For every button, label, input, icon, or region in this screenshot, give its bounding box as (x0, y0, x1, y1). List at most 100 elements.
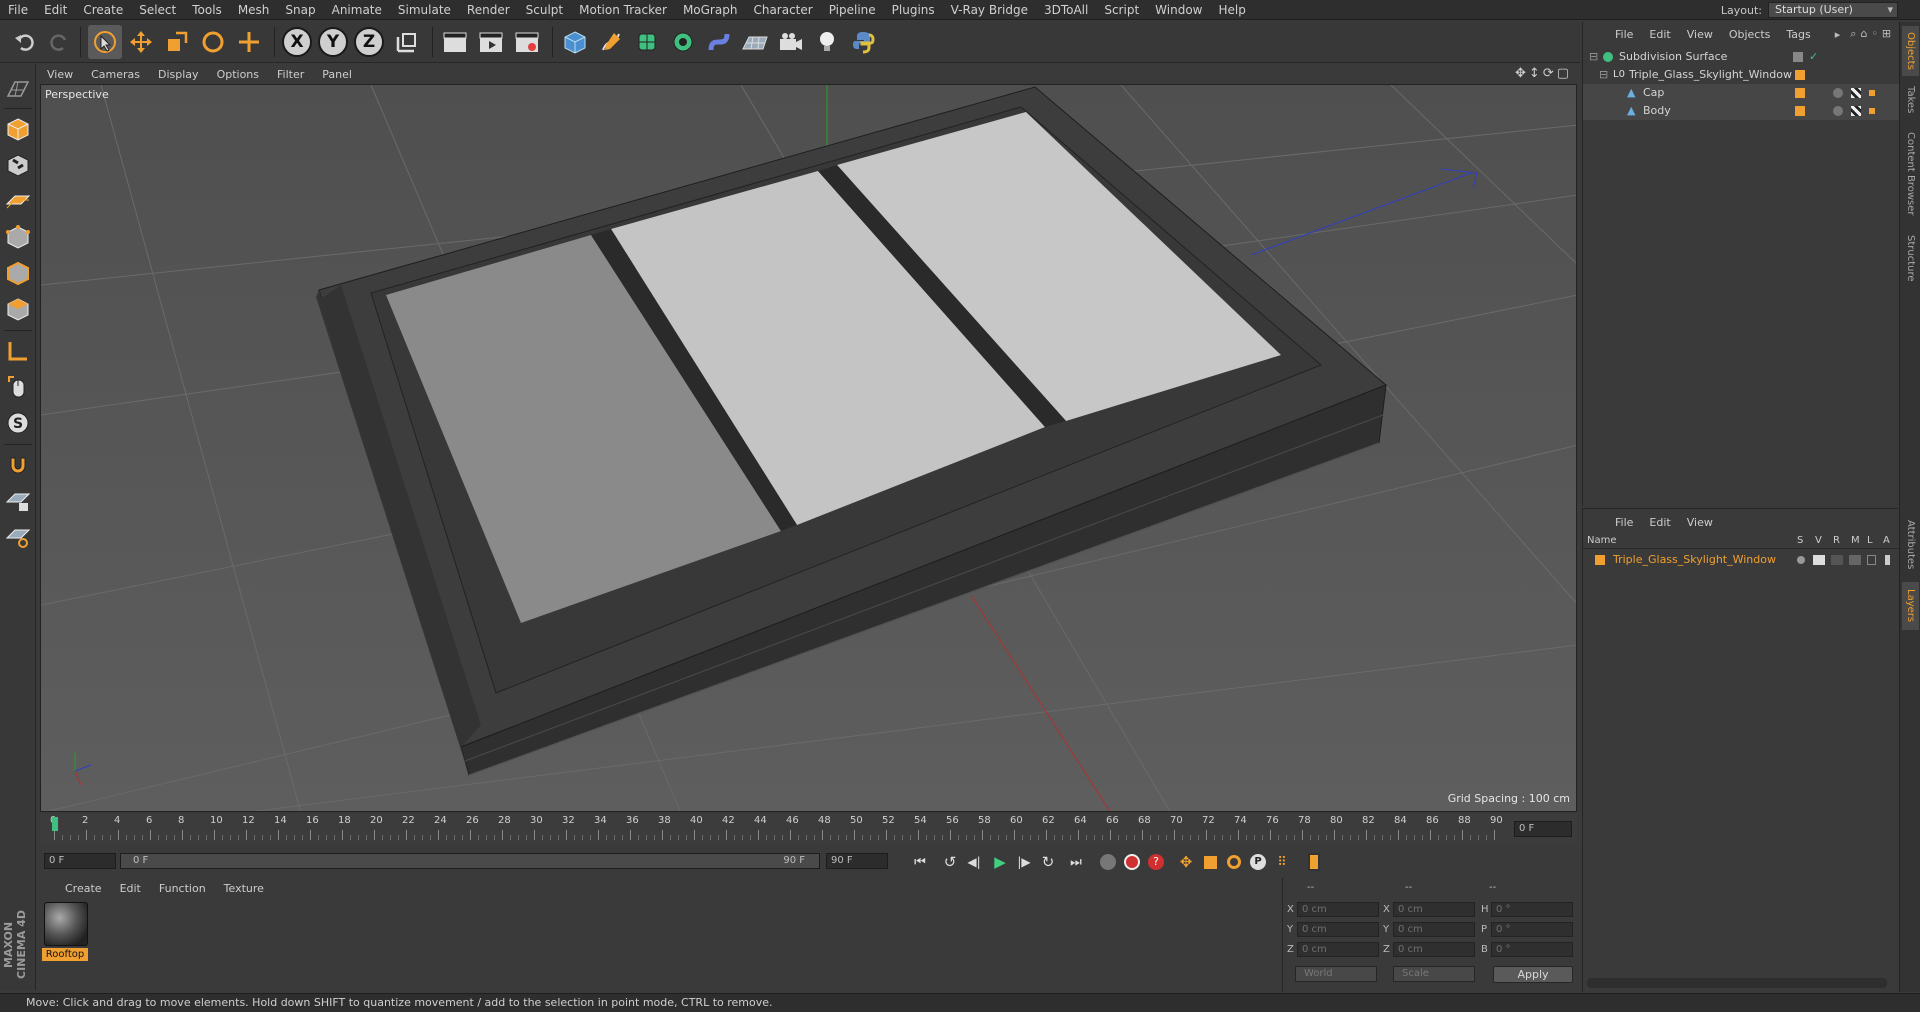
position-z-field[interactable]: 0 cm (1297, 942, 1379, 957)
objects-menu-tags[interactable]: Tags (1778, 28, 1818, 41)
points-mode-button[interactable] (3, 222, 33, 252)
motion-record-button[interactable] (1096, 851, 1120, 873)
key-parameter-button[interactable]: P (1246, 851, 1270, 873)
coordinate-system-button[interactable] (390, 25, 424, 59)
material-menu-texture[interactable]: Texture (215, 882, 273, 895)
size-mode-dropdown[interactable]: Scale (1393, 966, 1475, 982)
undo-button[interactable] (8, 25, 42, 59)
viewport-menu-cameras[interactable]: Cameras (82, 68, 149, 81)
python-button[interactable] (846, 25, 880, 59)
menu-mesh[interactable]: Mesh (230, 0, 278, 20)
layer-color-swatch[interactable] (1595, 555, 1605, 565)
viewport-menu-filter[interactable]: Filter (268, 68, 313, 81)
menu-help[interactable]: Help (1210, 0, 1253, 20)
rotation-p-field[interactable]: 0 ° (1491, 922, 1573, 937)
menu-edit[interactable]: Edit (36, 0, 75, 20)
menu-script[interactable]: Script (1096, 0, 1147, 20)
position-y-field[interactable]: 0 cm (1297, 922, 1379, 937)
render-settings-button[interactable] (510, 25, 544, 59)
menu-window[interactable]: Window (1147, 0, 1210, 20)
uvw-tag-icon[interactable] (1869, 90, 1875, 96)
live-selection-button[interactable] (88, 25, 122, 59)
camera-button[interactable] (774, 25, 808, 59)
layer-row[interactable]: Triple_Glass_Skylight_Window (1583, 551, 1899, 569)
material-menu-create[interactable]: Create (56, 882, 111, 895)
viewport-menu-panel[interactable]: Panel (313, 68, 361, 81)
texture-tag-icon[interactable] (1851, 106, 1861, 116)
object-row-triple-glass-skylight-window[interactable]: ⊟ L0 Triple_Glass_Skylight_Window (1583, 66, 1899, 84)
light-button[interactable] (810, 25, 844, 59)
key-scale-button[interactable] (1198, 851, 1222, 873)
menu-plugins[interactable]: Plugins (884, 0, 943, 20)
frame-range-slider[interactable]: 0 F 90 F (120, 853, 820, 869)
menu-file[interactable]: File (0, 0, 36, 20)
rotation-h-field[interactable]: 0 ° (1491, 902, 1573, 917)
cloner-button[interactable] (666, 25, 700, 59)
object-row-subdivision-surface[interactable]: ⊟ Subdivision Surface ✓ (1583, 48, 1899, 66)
key-position-button[interactable]: ✥ (1174, 851, 1198, 873)
timeline-window-button[interactable] (1302, 851, 1326, 873)
z-axis-lock-button[interactable]: Z (352, 25, 386, 59)
render-picture-viewer-button[interactable] (474, 25, 508, 59)
layout-select[interactable]: Startup (User) (1768, 2, 1898, 18)
menu-render[interactable]: Render (459, 0, 518, 20)
enabled-check-icon[interactable]: ✓ (1809, 48, 1818, 66)
phong-tag-icon[interactable] (1833, 106, 1843, 116)
tab-takes[interactable]: Takes (1902, 80, 1919, 120)
layers-menu-view[interactable]: View (1679, 516, 1721, 529)
phong-tag-icon[interactable] (1833, 88, 1843, 98)
edges-mode-button[interactable] (3, 258, 33, 288)
lock-workplane-button[interactable] (3, 486, 33, 516)
material-swatch[interactable]: Rooftop (40, 898, 90, 968)
planar-workplane-button[interactable] (3, 522, 33, 552)
object-row-body[interactable]: ▲ Body (1583, 102, 1899, 120)
magnet-button[interactable] (3, 450, 33, 480)
cube-object-button[interactable] (558, 25, 592, 59)
layer-visible-toggle[interactable] (1813, 555, 1825, 565)
viewport-menu-view[interactable]: View (38, 68, 82, 81)
layer-manager-toggle[interactable] (1849, 555, 1861, 565)
menu-animate[interactable]: Animate (324, 0, 390, 20)
tab-structure[interactable]: Structure (1902, 228, 1919, 288)
play-button[interactable]: ▶ (988, 851, 1012, 873)
workplane-mode-button[interactable] (3, 186, 33, 216)
menu-vray-bridge[interactable]: V-Ray Bridge (943, 0, 1036, 20)
y-axis-lock-button[interactable]: Y (316, 25, 350, 59)
texture-mode-button[interactable] (3, 150, 33, 180)
texture-tag-icon[interactable] (1851, 88, 1861, 98)
floor-button[interactable] (738, 25, 772, 59)
next-key-button[interactable]: ↻ (1036, 851, 1060, 873)
timeline-ruler[interactable]: 0246810121416182022242628303234363840424… (40, 814, 1577, 844)
go-to-end-button[interactable]: ⏭ (1064, 851, 1088, 873)
layer-color-swatch[interactable] (1795, 106, 1805, 116)
tab-content-browser[interactable]: Content Browser (1902, 124, 1919, 224)
material-menu-function[interactable]: Function (150, 882, 215, 895)
layer-color-swatch[interactable] (1795, 88, 1805, 98)
size-z-field[interactable]: 0 cm (1393, 942, 1475, 957)
go-to-start-button[interactable]: ⏮ (908, 851, 932, 873)
objects-menu-objects[interactable]: Objects (1721, 28, 1779, 41)
timeline-playhead[interactable] (52, 817, 58, 831)
uvw-tag-icon[interactable] (1869, 108, 1875, 114)
viewport-menu-display[interactable]: Display (149, 68, 208, 81)
objects-menu-more-icon[interactable]: ▸ (1835, 28, 1841, 41)
key-rotation-button[interactable] (1222, 851, 1246, 873)
menu-mograph[interactable]: MoGraph (675, 0, 746, 20)
layer-render-toggle[interactable] (1831, 555, 1843, 565)
size-x-field[interactable]: 0 cm (1393, 902, 1475, 917)
layer-lock-toggle[interactable] (1867, 555, 1876, 565)
object-row-cap[interactable]: ▲ Cap (1583, 84, 1899, 102)
polygons-mode-button[interactable] (3, 294, 33, 324)
layer-color-swatch[interactable] (1795, 70, 1805, 80)
objects-menu-view[interactable]: View (1679, 28, 1721, 41)
menu-select[interactable]: Select (131, 0, 184, 20)
snap-button[interactable]: S (3, 408, 33, 438)
transform-tool-button[interactable] (232, 25, 266, 59)
move-tool-button[interactable] (124, 25, 158, 59)
x-axis-lock-button[interactable]: X (280, 25, 314, 59)
start-frame-field[interactable]: 0 F (44, 853, 116, 869)
previous-frame-button[interactable]: ◀| (962, 851, 986, 873)
next-frame-button[interactable]: |▶ (1012, 851, 1036, 873)
menu-character[interactable]: Character (745, 0, 820, 20)
objects-menu-file[interactable]: File (1607, 28, 1641, 41)
